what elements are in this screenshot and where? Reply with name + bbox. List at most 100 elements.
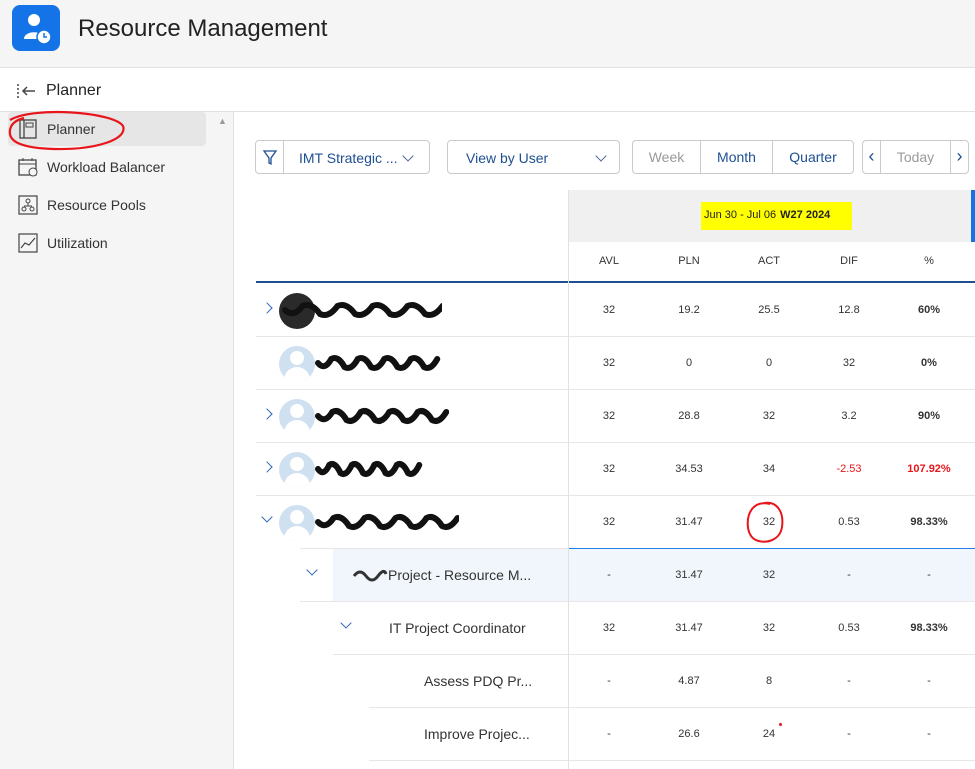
cell-pct: 107.92% [907,463,951,475]
cell-act: 32 [762,622,776,634]
sidebar-item-workload-balancer[interactable]: Workload Balancer [8,150,206,184]
cell-dif: 32 [842,357,856,369]
table-row[interactable]: 32 19.2 25.5 12.8 60% [0,284,975,337]
table-row[interactable]: Assess PDQ Pr... - 4.87 8 - - [0,655,975,708]
project-filter[interactable]: IMT Strategic ... [255,140,430,174]
redaction-scribble [352,569,388,582]
table-row[interactable]: IT Project Coordinator 32 31.47 32 0.53 98.33… [0,602,975,655]
table-row[interactable]: 32 34.53 34 -2.53 107.92% [0,443,975,496]
redaction-scribble [315,355,441,371]
cell-act: 32 [762,410,776,422]
redaction-scribble [315,408,449,424]
cell-pct: 0% [921,357,937,369]
cell-avl: - [607,728,611,740]
tab-week[interactable]: Week [632,140,701,174]
calendar-check-icon [18,157,38,177]
cell-pln: 31.47 [675,622,703,634]
table-row[interactable]: Improve Projec... - 26.6 24 - - [0,708,975,761]
avatar-body [284,473,310,488]
cell-dif: - [847,728,851,740]
cell-avl: 32 [602,304,616,316]
avatar-head [290,404,304,418]
annotation-stroke [746,501,784,543]
cell-avl: 32 [602,463,616,475]
header-divider [256,281,975,283]
week-accent [971,190,975,242]
cell-pct: - [927,569,931,581]
page-bar: Planner [0,69,975,112]
today-button[interactable]: Today [880,140,951,174]
chevron-right-icon[interactable] [261,302,273,314]
cell-dif: - [847,675,851,687]
cell-pct: 98.33% [910,622,948,634]
cell-act: 24 [762,728,776,740]
view-select[interactable]: View by User [447,140,620,174]
chevron-down-icon[interactable] [306,564,318,576]
row-label[interactable]: IT Project Coordinator [389,602,526,655]
collapse-left-icon[interactable] [15,81,39,101]
sidebar-item-utilization[interactable]: Utilization [8,226,206,260]
annotation-circle [746,501,784,543]
filter-icon[interactable] [256,141,284,173]
cell-pct: - [927,728,931,740]
cell-avl: - [607,569,611,581]
sidebar-item-label: Utilization [47,235,108,251]
redaction-scribble [315,514,459,530]
chevron-down-icon[interactable] [340,617,352,629]
sidebar-item-resource-pools[interactable]: Resource Pools [8,188,206,222]
chevron-right-icon[interactable] [261,461,273,473]
org-chart-icon [18,195,38,215]
cell-dif: - [847,569,851,581]
redaction-stroke [352,569,388,582]
avatar [279,505,315,541]
next-button[interactable]: › [950,140,969,174]
row-label[interactable]: Assess PDQ Pr... [424,655,532,708]
redaction-stroke [282,302,442,318]
redaction-stroke [315,461,423,477]
cell-act: 25.5 [758,304,780,316]
avatar [279,452,315,488]
cell-pln: 34.53 [675,463,703,475]
scroll-up-arrow[interactable]: ▲ [218,116,227,126]
cell-act: 34 [762,463,776,475]
avatar-body [284,367,310,382]
cell-pln: 19.2 [678,304,700,316]
cell-dif: 12.8 [838,304,860,316]
line-chart-icon [18,233,38,253]
avatar-body [284,526,310,541]
row-label[interactable]: Improve Projec... [424,708,530,761]
cell-act: 8 [765,675,773,687]
redaction-scribble [315,461,423,477]
week-code: W27 2024 [780,209,831,221]
cell-avl: 32 [602,357,616,369]
redaction-stroke [315,355,441,371]
app-header: Resource Management [0,0,975,68]
view-select-value: View by User [466,150,549,166]
column-header-dif: DIF [840,255,858,267]
redaction-scribble [282,302,442,318]
cell-pln: 4.87 [678,675,700,687]
cell-act: 32 [762,569,776,581]
app-title: Resource Management [78,15,328,42]
cell-pct: - [927,675,931,687]
week-label: Jun 30 - Jul 06 W27 2024 [704,209,830,221]
chevron-right-icon[interactable] [261,408,273,420]
row-label[interactable]: Project - Resource M... [388,549,531,602]
avatar-head [290,457,304,471]
tab-month[interactable]: Month [700,140,773,174]
avatar [279,346,315,382]
table-row[interactable]: 32 0 0 32 0% [0,337,975,390]
table-row[interactable]: 32 31.47 32 0.53 98.33% [0,496,975,549]
redaction-stroke [315,514,459,530]
sidebar-item-label: Workload Balancer [47,159,166,175]
cell-pln: 26.6 [678,728,700,740]
chevron-down-icon[interactable] [261,511,273,523]
column-divider [568,190,569,769]
table-row[interactable]: 32 28.8 32 3.2 90% [0,390,975,443]
table-row[interactable]: Project - Resource M... - 31.47 32 - - [0,549,975,602]
page-title: Planner [46,82,102,99]
cell-avl: 32 [602,622,616,634]
prev-button[interactable]: ‹ [862,140,881,174]
tab-quarter[interactable]: Quarter [772,140,854,174]
cell-pln: 0 [685,357,693,369]
